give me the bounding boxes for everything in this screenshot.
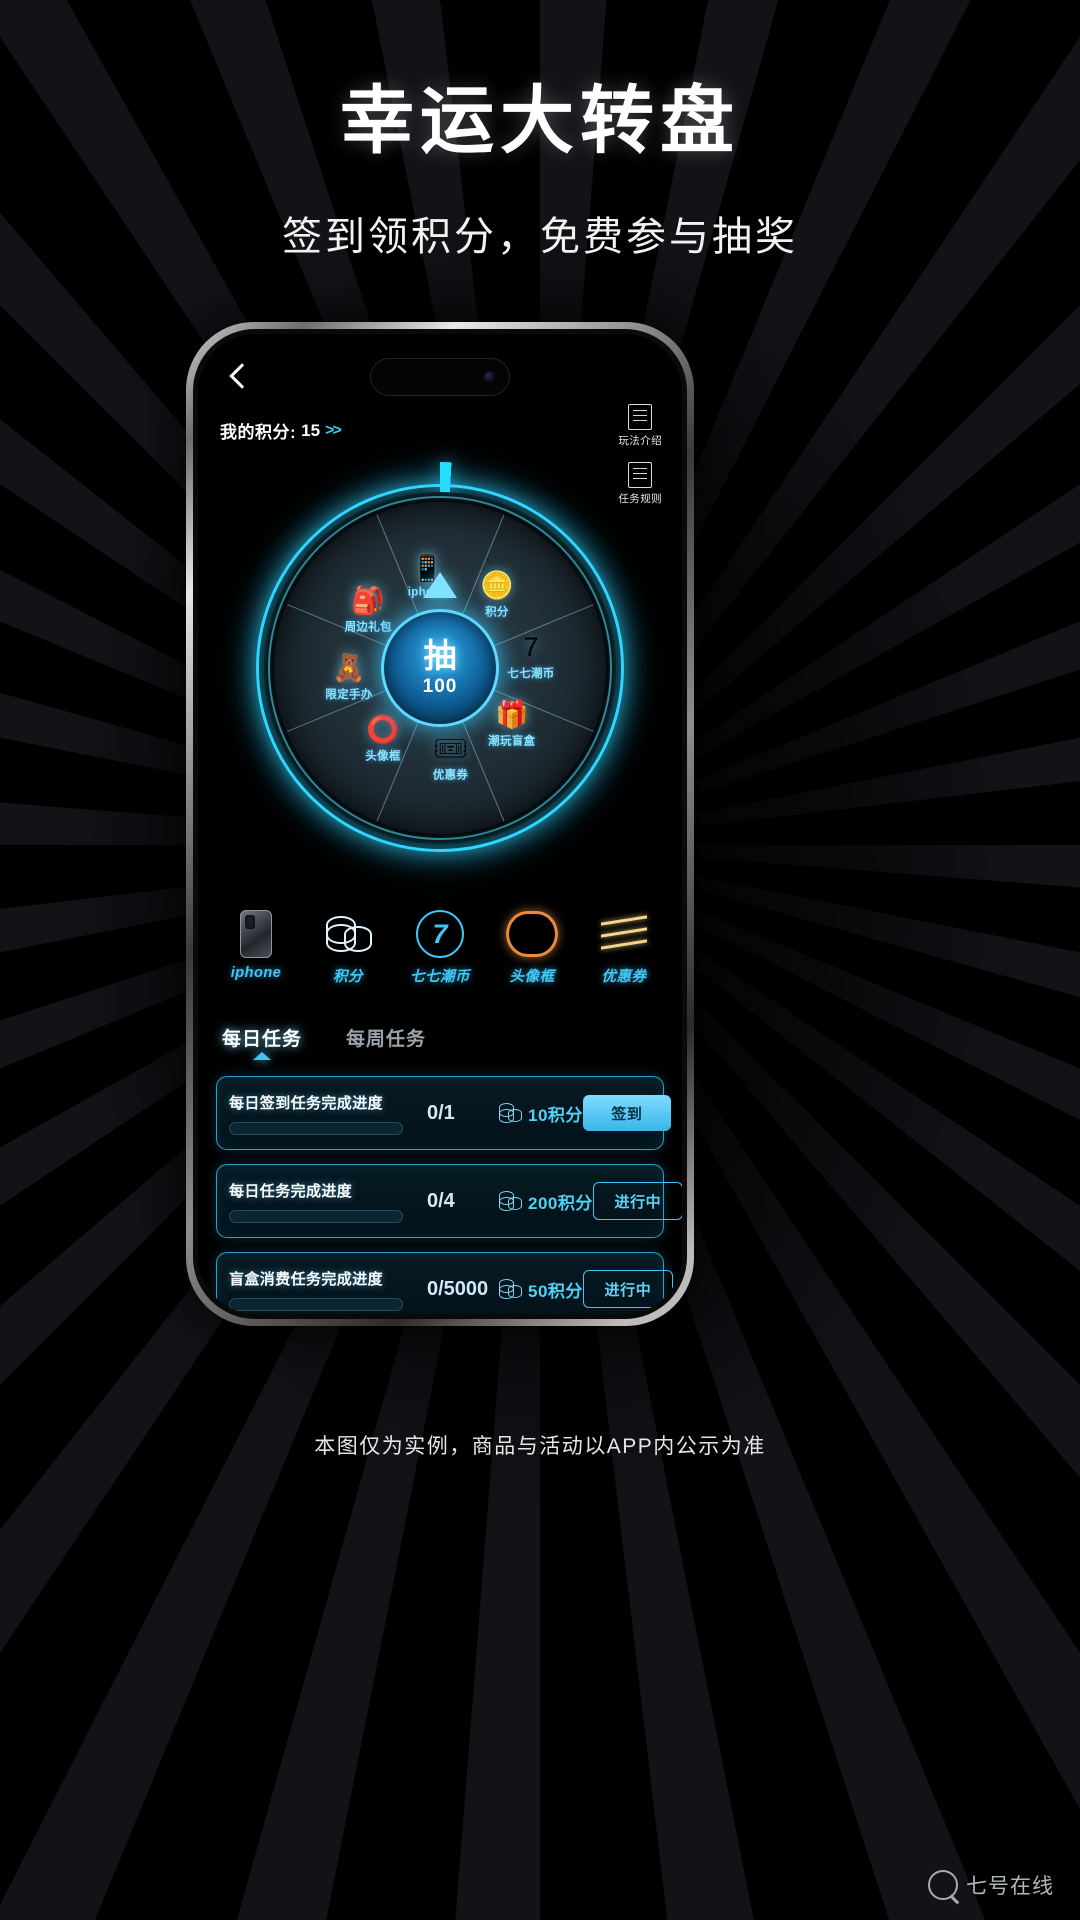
task-action-button[interactable]: 签到	[582, 1095, 671, 1131]
my-points-entry[interactable]: 我的积分: 15 >>	[220, 418, 342, 443]
prize-strip: iphone 积分 7 七七潮币 头像框 优惠券	[198, 910, 682, 986]
back-button[interactable]	[220, 361, 254, 395]
wheel-segment-label: 限定手办	[325, 689, 373, 701]
prize-label: 积分	[333, 969, 363, 985]
task-tabs: 每日任务 每周任务	[222, 1024, 426, 1060]
prize-item-iphone[interactable]: iphone	[213, 910, 299, 986]
my-points-label: 我的积分:	[220, 423, 297, 442]
coin-stack-icon	[499, 1191, 522, 1211]
qq-coin-icon: 7	[416, 910, 464, 958]
task-reward-text: 50积分	[528, 1281, 583, 1301]
task-progress-text: 0/1	[427, 1101, 455, 1124]
wheel-pointer-icon	[423, 572, 457, 598]
page-subtitle: 签到领积分，免费参与抽奖	[282, 215, 798, 259]
task-reward: 10积分	[499, 1101, 583, 1126]
task-card: 每日签到任务完成进度 0/1 10积分 签到	[216, 1076, 671, 1150]
task-action-button[interactable]: 进行中	[582, 1270, 673, 1308]
search-badge-icon	[928, 1870, 958, 1900]
phone-icon	[240, 910, 272, 958]
task-progress-bar	[229, 1209, 403, 1223]
prize-label: iphone	[230, 965, 282, 981]
howto-label: 玩法介绍	[618, 435, 662, 447]
prize-item-points[interactable]: 积分	[305, 910, 391, 986]
spin-label: 抽	[423, 636, 457, 674]
page-title: 幸运大转盘	[340, 79, 740, 162]
phone-screen: 我的积分: 15 >> 玩法介绍 任务规则 📱 iphone 🪙 积分 7 七七…	[198, 334, 682, 1314]
watermark-text: 七号在线	[966, 1875, 1054, 1898]
spin-cost: 100	[422, 675, 458, 697]
prize-item-coupon[interactable]: 优惠券	[581, 910, 667, 986]
disclaimer-note: 本图仅为实例，商品与活动以APP内公示为准	[314, 1435, 766, 1458]
headline-block: 幸运大转盘 签到领积分，免费参与抽奖	[0, 84, 1080, 262]
task-reward: 50积分	[499, 1277, 583, 1302]
prize-label: 七七潮币	[410, 969, 470, 985]
ticket-icon	[601, 910, 647, 958]
dynamic-island	[370, 358, 510, 396]
phone-bezel: 我的积分: 15 >> 玩法介绍 任务规则 📱 iphone 🪙 积分 7 七七…	[193, 329, 687, 1319]
prize-label: 头像框	[509, 969, 555, 985]
task-name: 每日任务完成进度	[229, 1182, 353, 1200]
gift-pack-icon: 🎒	[351, 585, 386, 616]
task-action-button[interactable]: 进行中	[592, 1182, 682, 1220]
lucky-wheel[interactable]: 📱 iphone 🪙 积分 7 七七潮币 🎁 潮玩盲盒 🎟 优惠券 ⭕ 头像框 🧸 限定手办 🎒 周边礼包 抽…	[234, 462, 646, 874]
task-card: 每日任务完成进度 0/4 200积分 进行中	[216, 1164, 682, 1238]
phone-mockup: 我的积分: 15 >> 玩法介绍 任务规则 📱 iphone 🪙 积分 7 七七…	[186, 322, 694, 1326]
wheel-segment-label: 头像框	[365, 750, 401, 763]
task-list: 每日签到任务完成进度 0/1 10积分 签到 每日任务完成进度 0/4 200积分 进行中 盲盒…	[216, 1076, 682, 1314]
task-info: 每日任务完成进度	[229, 1180, 425, 1223]
sidebar-item-howto[interactable]: 玩法介绍	[618, 404, 662, 448]
task-reward-text: 200积分	[528, 1193, 593, 1213]
watermark: 七号在线	[928, 1870, 1054, 1900]
task-progress-text: 0/4	[427, 1189, 455, 1212]
coin-stack-icon	[499, 1103, 522, 1123]
coin-stack-icon	[326, 910, 372, 958]
tab-daily-tasks[interactable]: 每日任务	[222, 1024, 302, 1060]
prize-item-avatarframe[interactable]: 头像框	[489, 910, 575, 986]
task-name: 盲盒消费任务完成进度	[229, 1270, 384, 1288]
task-reward-text: 10积分	[528, 1105, 583, 1125]
prize-item-qqcoin[interactable]: 7 七七潮币	[397, 910, 483, 986]
poster-root: 幸运大转盘 签到领积分，免费参与抽奖 我的积分: 15 >> 玩法介绍 任务规则…	[0, 0, 1080, 1920]
task-progress-text: 0/5000	[427, 1277, 489, 1300]
coin-stack-icon: 🪙	[480, 570, 514, 601]
task-name: 每日签到任务完成进度	[229, 1094, 384, 1112]
qq-coin-icon: 7	[523, 632, 539, 662]
spin-button[interactable]: 抽 100	[381, 609, 499, 727]
document-icon	[628, 404, 653, 430]
avatar-frame-icon	[506, 910, 558, 958]
task-card: 盲盒消费任务完成进度 0/5000 50积分 进行中	[216, 1252, 673, 1314]
task-progress-bar	[229, 1297, 403, 1311]
task-info: 盲盒消费任务完成进度	[229, 1268, 425, 1311]
front-camera-icon	[484, 371, 495, 383]
chevron-right-icon: >>	[325, 421, 342, 439]
task-reward: 200积分	[499, 1189, 593, 1214]
wheel-segment-label: 优惠券	[432, 769, 469, 782]
task-info: 每日签到任务完成进度	[229, 1092, 425, 1135]
my-points-value: 15	[301, 420, 321, 440]
wheel-segment-label: 七七潮币	[507, 668, 555, 680]
tab-weekly-tasks[interactable]: 每周任务	[346, 1024, 426, 1060]
coin-stack-icon	[499, 1279, 522, 1299]
task-progress-bar	[229, 1121, 403, 1135]
prize-label: 优惠券	[601, 969, 647, 985]
